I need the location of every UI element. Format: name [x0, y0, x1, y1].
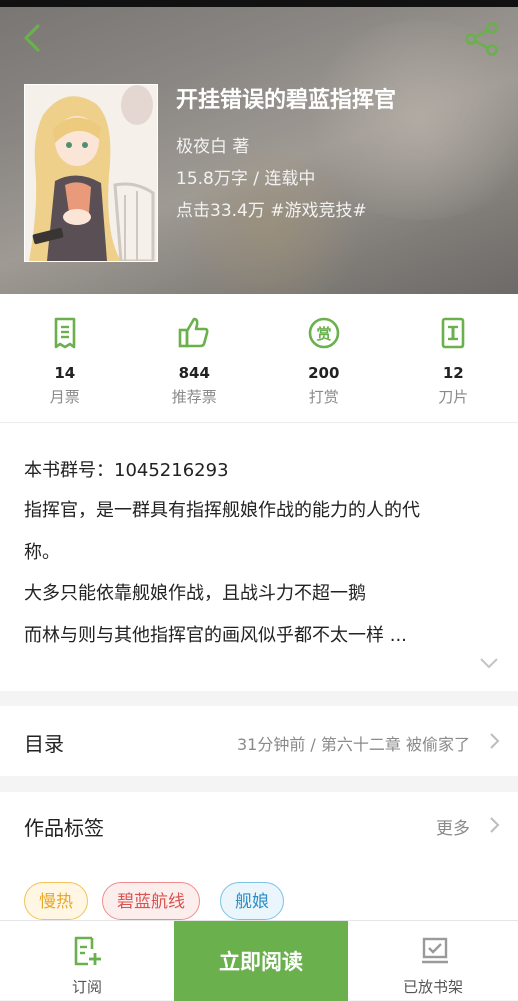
- tip-count: 200: [308, 364, 339, 382]
- book-intro[interactable]: 本书群号：1045216293 指挥官，是一群具有指挥舰娘作战的能力的人的代 称…: [0, 423, 518, 691]
- more-tags-link[interactable]: 更多: [436, 814, 470, 839]
- tip-button[interactable]: 赏 200 打赏: [259, 294, 389, 422]
- stats-row: 14 月票 844 推荐票 赏 200 打赏 12 刀片: [0, 294, 518, 423]
- recommend-ticket-button[interactable]: 844 推荐票: [130, 294, 260, 422]
- tip-label: 打赏: [309, 386, 339, 407]
- tag-chip[interactable]: 碧蓝航线: [102, 882, 200, 920]
- book-cover[interactable]: [24, 84, 158, 262]
- thumbs-up-icon: [177, 316, 211, 350]
- subscribe-button[interactable]: 订阅: [0, 921, 174, 1001]
- intro-line: 大多只能依靠舰娘作战，且战斗力不超一鹅: [24, 579, 366, 605]
- reward-icon: 赏: [307, 316, 341, 350]
- back-button[interactable]: [18, 22, 48, 54]
- monthly-ticket-count: 14: [54, 364, 75, 382]
- bookshelf-label: 已放书架: [348, 976, 518, 997]
- read-now-button[interactable]: 立即阅读: [174, 921, 348, 1001]
- chevron-down-icon: [478, 655, 500, 671]
- latest-chapter: 31分钟前 / 第六十二章 被偷家了: [237, 731, 470, 755]
- click-count-genre: 点击33.4万 #游戏竞技#: [176, 196, 367, 221]
- table-of-contents-row[interactable]: 目录 31分钟前 / 第六十二章 被偷家了: [0, 706, 518, 776]
- intro-line: 本书群号：1045216293: [24, 456, 229, 482]
- book-header: 开挂错误的碧蓝指挥官 极夜白 著 15.8万字 / 连载中 点击33.4万 #游…: [0, 0, 518, 294]
- expand-intro-button[interactable]: [478, 655, 500, 671]
- chevron-left-icon: [18, 22, 48, 54]
- monthly-ticket-button[interactable]: 14 月票: [0, 294, 130, 422]
- bookshelf-button[interactable]: 已放书架: [348, 921, 518, 1001]
- blade-label: 刀片: [438, 386, 468, 407]
- tag-chip[interactable]: 慢热: [24, 882, 88, 920]
- intro-line: 指挥官，是一群具有指挥舰娘作战的能力的人的代: [24, 496, 420, 522]
- recommend-ticket-count: 844: [179, 364, 210, 382]
- chevron-right-icon: [488, 732, 500, 750]
- tag-chip[interactable]: 舰娘: [220, 882, 284, 920]
- blade-button[interactable]: 12 刀片: [389, 294, 518, 422]
- work-tags-section: 作品标签 更多 慢热 碧蓝航线 舰娘: [0, 792, 518, 922]
- book-author[interactable]: 极夜白 著: [176, 132, 249, 157]
- book-title: 开挂错误的碧蓝指挥官: [176, 82, 396, 114]
- bottom-action-bar: 订阅 立即阅读 已放书架: [0, 920, 518, 1000]
- intro-line: 称。: [24, 538, 60, 564]
- subscribe-label: 订阅: [0, 976, 174, 997]
- word-count-status: 15.8万字 / 连载中: [176, 164, 315, 189]
- intro-line: 而林与则与其他指挥官的画风似乎都不太一样 ...: [24, 621, 407, 647]
- chevron-right-icon: [488, 816, 500, 834]
- blade-icon: [436, 316, 470, 350]
- toc-title: 目录: [24, 728, 64, 757]
- ticket-icon: [48, 316, 82, 350]
- status-bar: [0, 0, 518, 7]
- monthly-ticket-label: 月票: [50, 386, 80, 407]
- bookshelf-icon: [420, 935, 450, 967]
- svg-text:赏: 赏: [316, 325, 331, 343]
- subscribe-icon: [72, 935, 102, 967]
- recommend-ticket-label: 推荐票: [172, 386, 217, 407]
- cover-illustration: [25, 85, 157, 261]
- share-button[interactable]: [464, 22, 500, 56]
- tags-title: 作品标签: [24, 812, 104, 841]
- share-icon: [464, 22, 500, 56]
- blade-count: 12: [443, 364, 464, 382]
